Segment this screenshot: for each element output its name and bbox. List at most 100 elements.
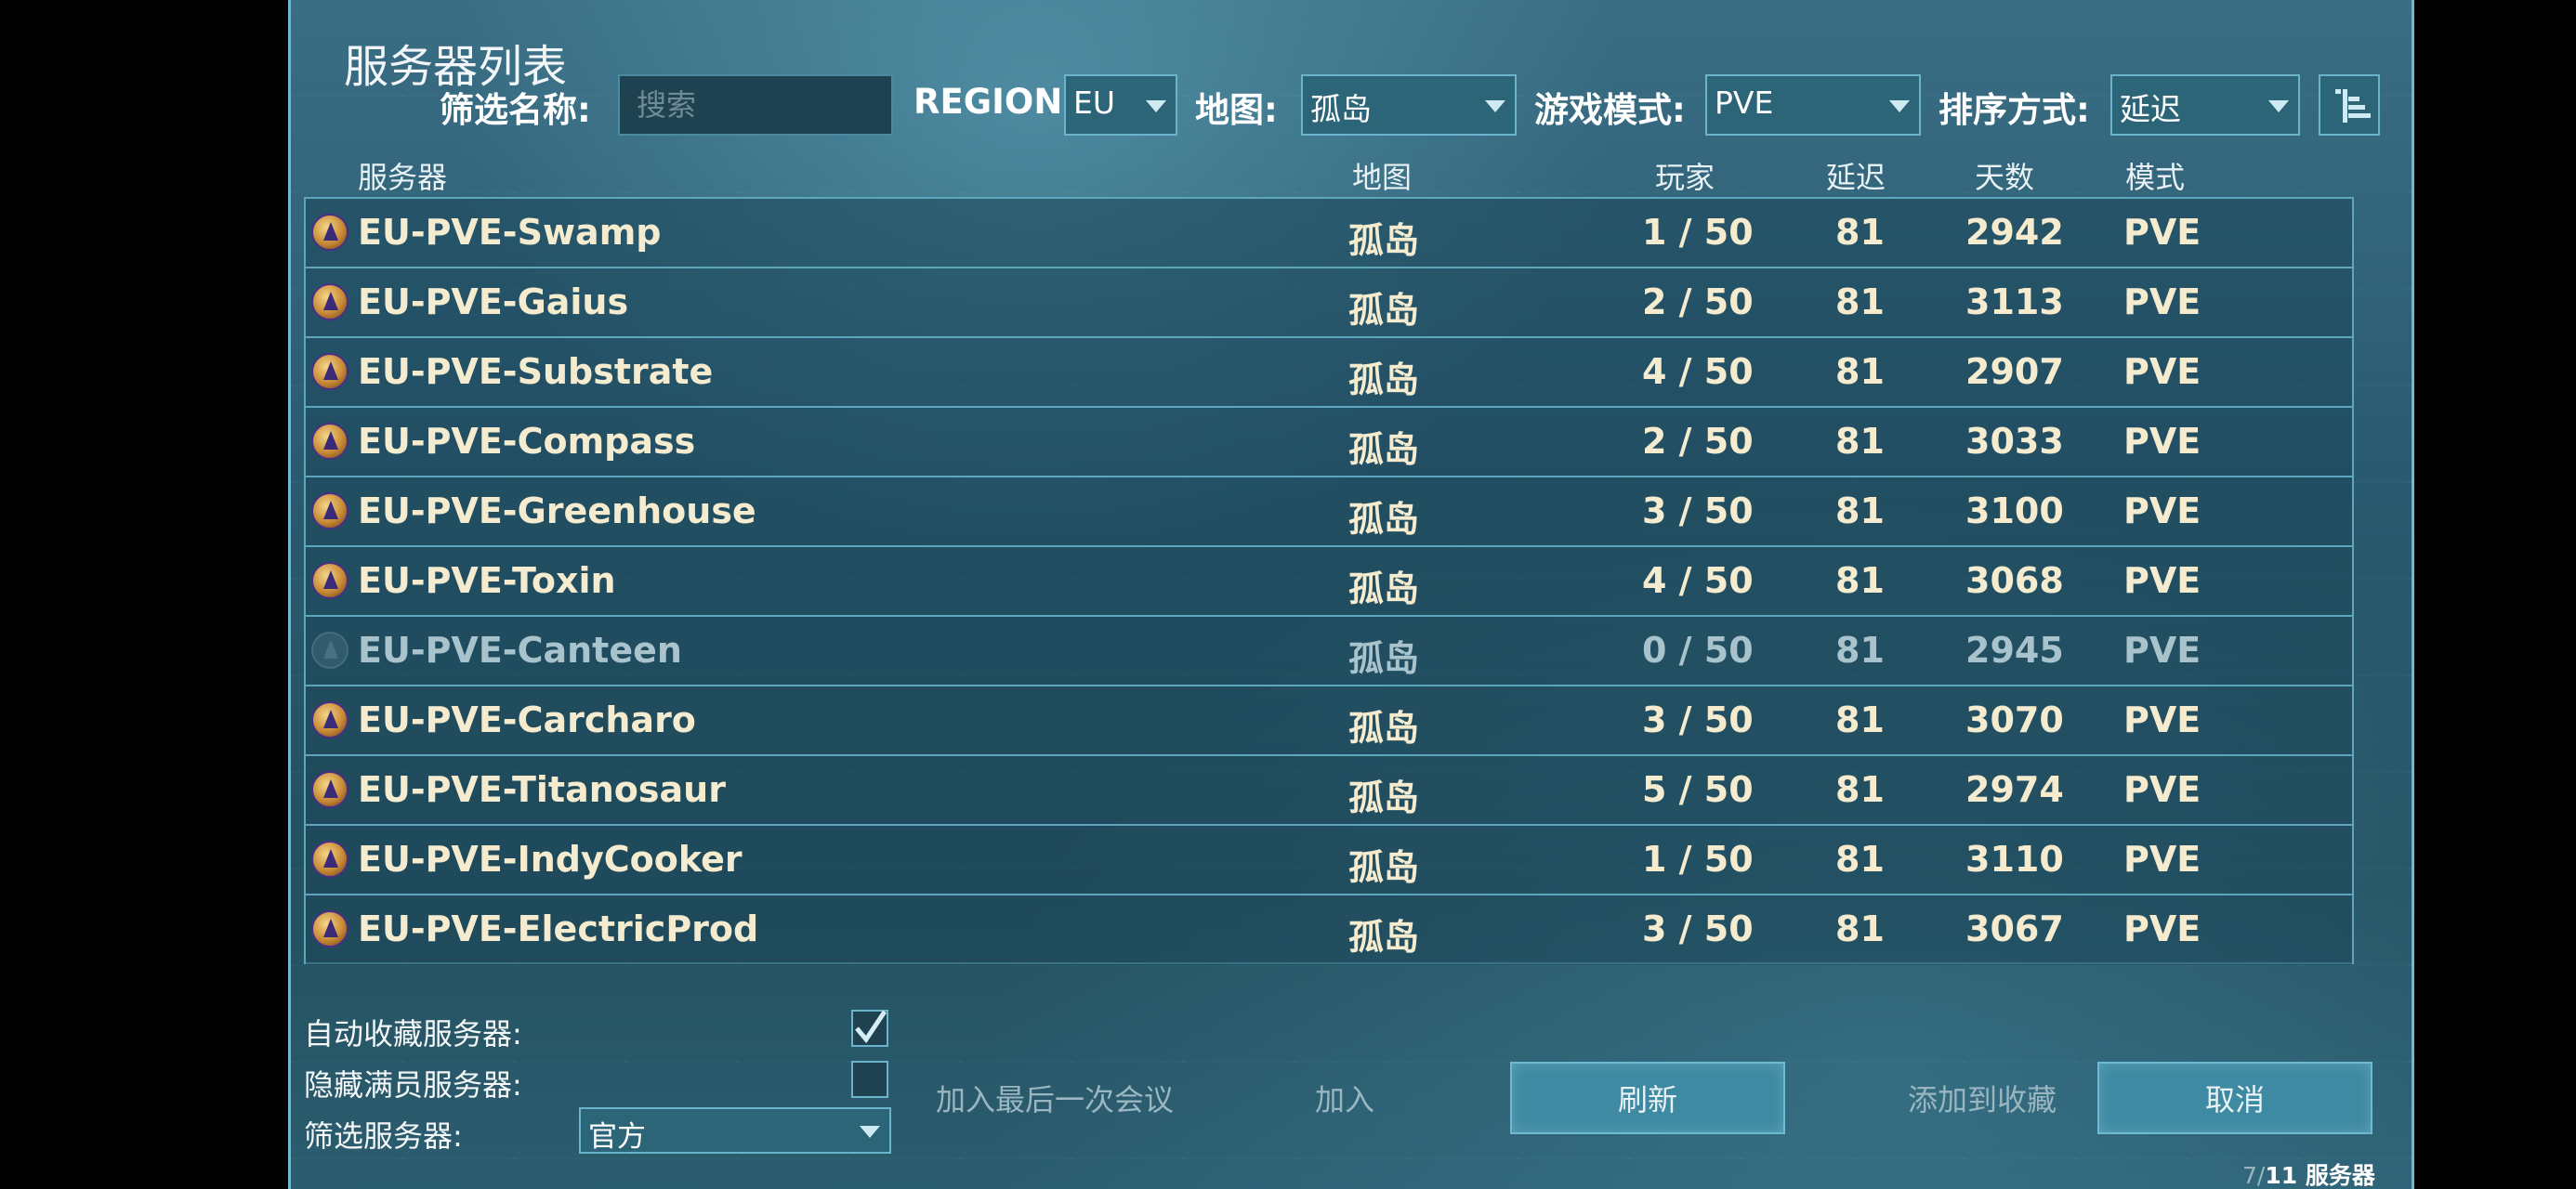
server-mode: PVE xyxy=(2123,281,2201,322)
table-row[interactable]: EU-PVE-Gaius 孤岛 2 / 50 81 3113 PVE xyxy=(306,268,2352,338)
region-dropdown[interactable]: EU xyxy=(1064,74,1177,136)
server-name: EU-PVE-Carcharo xyxy=(358,699,696,740)
server-days: 2974 xyxy=(1965,769,2064,810)
server-name: EU-PVE-Toxin xyxy=(358,560,616,601)
official-server-icon xyxy=(311,353,348,390)
server-ping: 81 xyxy=(1835,560,1885,601)
server-name: EU-PVE-Substrate xyxy=(358,351,714,392)
server-name: EU-PVE-IndyCooker xyxy=(358,839,743,880)
auto-favorite-label: 自动收藏服务器: xyxy=(304,1016,522,1052)
total-count: 11 服务器 xyxy=(2265,1162,2375,1189)
server-name: EU-PVE-Canteen xyxy=(358,630,682,671)
official-server-icon xyxy=(311,771,348,808)
official-server-icon xyxy=(311,910,348,947)
server-mode: PVE xyxy=(2123,212,2201,253)
map-dropdown[interactable]: 孤岛 xyxy=(1301,74,1517,136)
table-row[interactable]: EU-PVE-Carcharo 孤岛 3 / 50 81 3070 PVE xyxy=(306,686,2352,756)
chevron-down-icon xyxy=(2268,100,2289,112)
server-ping: 81 xyxy=(1835,212,1885,253)
table-row[interactable]: EU-PVE-Substrate 孤岛 4 / 50 81 2907 PVE xyxy=(306,338,2352,408)
server-ping: 81 xyxy=(1835,490,1885,531)
server-days: 3070 xyxy=(1965,699,2064,740)
table-row[interactable]: EU-PVE-Compass 孤岛 2 / 50 81 3033 PVE xyxy=(306,408,2352,477)
join-last-session-button[interactable]: 加入最后一次会议 xyxy=(919,1062,1190,1134)
official-server-icon xyxy=(311,841,348,878)
server-days: 3033 xyxy=(1965,421,2064,462)
refresh-button[interactable]: 刷新 xyxy=(1510,1062,1785,1134)
server-days: 3100 xyxy=(1965,490,2064,531)
sort-dropdown[interactable]: 延迟 xyxy=(2110,74,2300,136)
search-input[interactable] xyxy=(620,76,891,134)
sort-order-button[interactable] xyxy=(2319,74,2380,136)
chevron-down-icon xyxy=(1146,100,1166,112)
table-row[interactable]: EU-PVE-Swamp 孤岛 1 / 50 81 2942 PVE xyxy=(306,199,2352,268)
server-players: 2 / 50 xyxy=(1642,281,1754,322)
server-players: 3 / 50 xyxy=(1642,908,1754,949)
column-header-players[interactable]: 玩家 xyxy=(1655,154,1715,197)
checkmark-icon xyxy=(855,1010,887,1044)
server-players: 4 / 50 xyxy=(1642,351,1754,392)
cancel-button[interactable]: 取消 xyxy=(2097,1062,2372,1134)
table-row[interactable]: EU-PVE-Canteen 孤岛 0 / 50 81 2945 PVE xyxy=(306,617,2352,686)
server-ping: 81 xyxy=(1835,769,1885,810)
server-map: 孤岛 xyxy=(1348,917,1420,958)
official-server-icon xyxy=(311,562,348,599)
auto-favorite-checkbox[interactable] xyxy=(851,1010,888,1047)
column-header-map[interactable]: 地图 xyxy=(1352,154,1412,197)
table-row[interactable]: EU-PVE-IndyCooker 孤岛 1 / 50 81 3110 PVE xyxy=(306,826,2352,895)
server-map: 孤岛 xyxy=(1348,290,1420,331)
table-row[interactable]: EU-PVE-Titanosaur 孤岛 5 / 50 81 2974 PVE xyxy=(306,756,2352,826)
server-players: 3 / 50 xyxy=(1642,490,1754,531)
game-mode-label: 游戏模式: xyxy=(1534,90,1686,130)
server-count: 7/11 服务器 xyxy=(2242,1157,2375,1189)
hide-full-label: 隐藏满员服务器: xyxy=(304,1067,522,1103)
official-server-icon xyxy=(311,492,348,529)
game-mode-value: PVE xyxy=(1715,85,1774,121)
chevron-down-icon xyxy=(1889,100,1910,112)
column-header-ping[interactable]: 延迟 xyxy=(1826,154,1886,197)
server-players: 1 / 50 xyxy=(1642,839,1754,880)
sort-label: 排序方式: xyxy=(1939,90,2090,130)
filter-servers-label: 筛选服务器: xyxy=(304,1118,463,1154)
column-header-days[interactable]: 天数 xyxy=(1975,154,2034,197)
filter-servers-value: 官方 xyxy=(588,1120,646,1154)
server-players: 0 / 50 xyxy=(1642,630,1754,671)
game-mode-dropdown[interactable]: PVE xyxy=(1705,74,1921,136)
server-name: EU-PVE-Greenhouse xyxy=(358,490,756,531)
server-players: 2 / 50 xyxy=(1642,421,1754,462)
server-mode: PVE xyxy=(2123,699,2201,740)
server-map: 孤岛 xyxy=(1348,708,1420,749)
column-header-server[interactable]: 服务器 xyxy=(358,154,447,197)
server-map: 孤岛 xyxy=(1348,777,1420,818)
hide-full-checkbox[interactable] xyxy=(851,1061,888,1098)
add-to-favorites-button[interactable]: 添加到收藏 xyxy=(1852,1062,2112,1134)
server-days: 3110 xyxy=(1965,839,2064,880)
server-days: 3068 xyxy=(1965,560,2064,601)
table-row[interactable]: EU-PVE-ElectricProd 孤岛 3 / 50 81 3067 PV… xyxy=(306,895,2352,965)
server-map: 孤岛 xyxy=(1348,847,1420,888)
server-browser-panel: 服务器列表 筛选名称: REGION: EU 地图: 孤岛 游戏模式: PVE … xyxy=(288,0,2414,1189)
region-label: REGION: xyxy=(913,82,1077,122)
server-mode: PVE xyxy=(2123,421,2201,462)
map-label: 地图: xyxy=(1195,90,1278,130)
column-header-mode[interactable]: 模式 xyxy=(2125,154,2185,197)
server-mode: PVE xyxy=(2123,630,2201,671)
server-players: 4 / 50 xyxy=(1642,560,1754,601)
server-name: EU-PVE-ElectricProd xyxy=(358,908,759,949)
server-map: 孤岛 xyxy=(1348,638,1420,679)
server-map: 孤岛 xyxy=(1348,220,1420,261)
server-mode: PVE xyxy=(2123,560,2201,601)
search-box[interactable] xyxy=(618,74,893,136)
official-server-icon xyxy=(311,632,348,669)
server-name: EU-PVE-Compass xyxy=(358,421,696,462)
server-days: 2907 xyxy=(1965,351,2064,392)
table-row[interactable]: EU-PVE-Greenhouse 孤岛 3 / 50 81 3100 PVE xyxy=(306,477,2352,547)
filter-servers-dropdown[interactable]: 官方 xyxy=(579,1107,891,1154)
sort-value: 延迟 xyxy=(2120,91,2181,127)
server-map: 孤岛 xyxy=(1348,429,1420,470)
official-server-icon xyxy=(311,701,348,738)
server-ping: 81 xyxy=(1835,699,1885,740)
server-ping: 81 xyxy=(1835,281,1885,322)
join-button[interactable]: 加入 xyxy=(1293,1062,1397,1134)
table-row[interactable]: EU-PVE-Toxin 孤岛 4 / 50 81 3068 PVE xyxy=(306,547,2352,617)
